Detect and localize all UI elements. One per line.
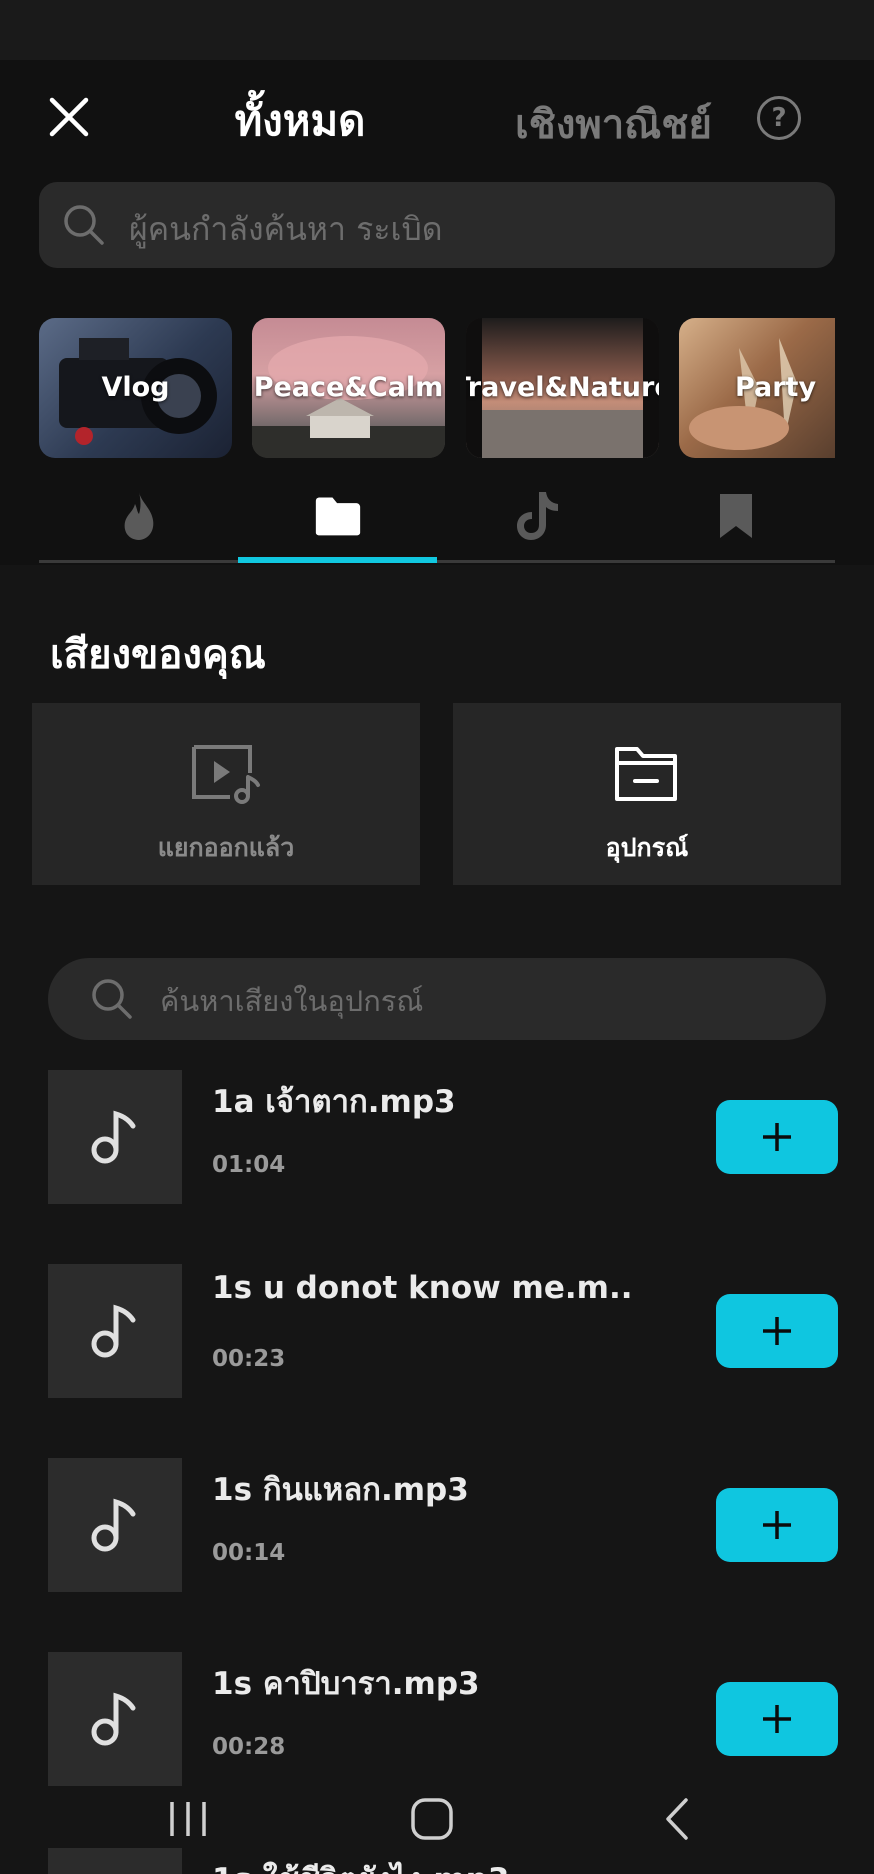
back-button[interactable] — [648, 1794, 708, 1844]
search-bar[interactable]: ผู้คนกำลังค้นหา ระเบิด — [39, 182, 835, 268]
extracted-label: แยกออกแล้ว — [157, 833, 295, 862]
music-note-icon — [91, 1304, 136, 1358]
tiktok-icon — [516, 492, 558, 540]
track-thumbnail — [48, 1652, 182, 1786]
add-track-button[interactable] — [716, 1100, 838, 1174]
search-icon — [92, 979, 132, 1019]
tab-trending[interactable] — [39, 470, 238, 562]
back-icon — [666, 1798, 688, 1840]
flame-icon — [124, 492, 153, 540]
track-duration: 00:28 — [212, 1734, 286, 1760]
add-track-button[interactable] — [716, 1682, 838, 1756]
music-note-icon — [91, 1498, 136, 1552]
extracted-audio-card[interactable]: แยกออกแล้ว — [32, 703, 420, 885]
search-placeholder: ผู้คนกำลังค้นหา ระเบิด — [129, 210, 443, 248]
category-label: Vlog — [101, 372, 170, 404]
category-travel-nature[interactable]: Travel&Nature — [466, 318, 659, 458]
close-button[interactable] — [44, 92, 94, 142]
track-thumbnail — [48, 1264, 182, 1398]
category-peace-calm[interactable]: Peace&Calm — [252, 318, 445, 458]
folder-outline-icon — [615, 747, 677, 801]
track-name: 1s คาปิบารา.mp3 — [212, 1666, 480, 1702]
help-icon[interactable]: ? — [757, 96, 801, 140]
music-note-icon — [91, 1692, 136, 1746]
track-name: 1s u donot know me.m.. — [212, 1270, 633, 1306]
system-nav-bar — [0, 1778, 874, 1856]
tab-divider — [39, 560, 835, 563]
category-carousel: Vlog Peace&Calm Travel&Nature Party — [39, 318, 835, 458]
track-duration: 00:14 — [212, 1540, 286, 1566]
home-icon — [411, 1798, 453, 1840]
section-title: เสียงของคุณ — [50, 632, 266, 678]
status-bar — [0, 0, 874, 60]
plus-icon — [763, 1705, 791, 1733]
tab-saved[interactable] — [636, 470, 835, 562]
track-name: 1a เจ้าตาก.mp3 — [212, 1084, 456, 1120]
search-icon — [64, 205, 104, 245]
recent-apps-button[interactable] — [158, 1794, 218, 1844]
plus-icon — [763, 1511, 791, 1539]
source-tabs — [39, 470, 835, 562]
recent-apps-icon — [170, 1802, 206, 1836]
device-label: อุปกรณ์ — [605, 833, 689, 862]
device-search-placeholder: ค้นหาเสียงในอุปกรณ์ — [160, 984, 424, 1018]
add-track-button[interactable] — [716, 1294, 838, 1368]
device-card[interactable]: อุปกรณ์ — [453, 703, 841, 885]
category-party[interactable]: Party — [679, 318, 835, 458]
track-name: 1s ใช้ชีวิตยังไง.mp3 — [212, 1854, 509, 1874]
tab-tiktok[interactable] — [437, 470, 636, 562]
track-row[interactable]: 1s คาปิบารา.mp3 00:28 — [48, 1652, 848, 1786]
plus-icon — [763, 1317, 791, 1345]
track-row[interactable]: 1s กินแหลก.mp3 00:14 — [48, 1458, 848, 1592]
close-icon — [49, 97, 89, 137]
category-vlog[interactable]: Vlog — [39, 318, 232, 458]
bookmark-icon — [719, 494, 752, 538]
active-tab-indicator — [238, 557, 437, 563]
device-search-input[interactable]: ค้นหาเสียงในอุปกรณ์ — [48, 958, 826, 1040]
music-note-icon — [91, 1110, 136, 1164]
track-thumbnail — [48, 1070, 182, 1204]
track-row[interactable]: 1s u donot know me.m.. 00:23 — [48, 1264, 848, 1398]
plus-icon — [763, 1123, 791, 1151]
category-label: Travel&Nature — [466, 372, 659, 404]
track-duration: 00:23 — [212, 1346, 286, 1372]
video-audio-icon — [192, 745, 260, 804]
category-label: Peace&Calm — [253, 372, 444, 404]
tab-your-audio[interactable] — [238, 470, 437, 562]
home-button[interactable] — [402, 1794, 462, 1844]
tab-commercial[interactable]: เชิงพาณิชย์ — [515, 92, 712, 156]
tab-all[interactable]: ทั้งหมด — [200, 88, 400, 154]
track-thumbnail — [48, 1458, 182, 1592]
track-row[interactable]: 1a เจ้าตาก.mp3 01:04 — [48, 1070, 848, 1204]
track-name: 1s กินแหลก.mp3 — [212, 1472, 469, 1508]
category-label: Party — [734, 372, 817, 404]
add-track-button[interactable] — [716, 1488, 838, 1562]
folder-icon — [315, 497, 360, 536]
track-duration: 01:04 — [212, 1152, 286, 1178]
